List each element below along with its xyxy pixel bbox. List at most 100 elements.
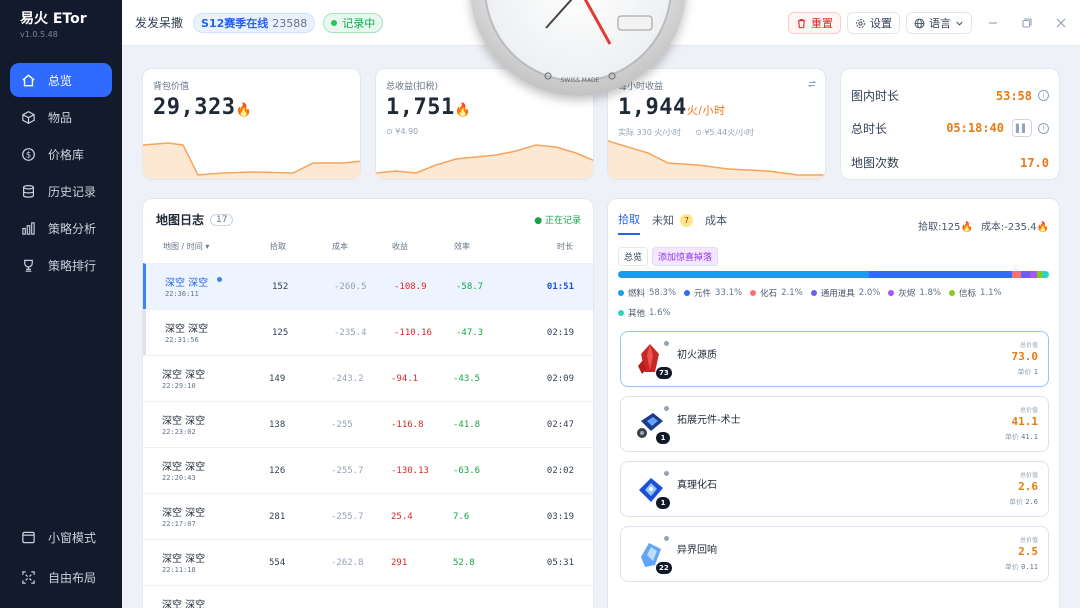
- unknown-count-badge: 7: [680, 213, 693, 227]
- map-log-panel: 地图日志 17 ● 正在记录 地图 / 时间 ▾ 拾取 成本 收益 效率 时长 深…: [142, 198, 594, 608]
- close-button[interactable]: [1046, 8, 1076, 38]
- table-row[interactable]: 深空 深空 22:31:56 125 -235.4 -110.16 -47.3 02:19: [143, 309, 593, 355]
- duration-value: 02:02: [546, 466, 574, 476]
- map-time-row: 图内时长 53:58 i: [851, 87, 1049, 104]
- legend-label: 其他: [628, 309, 646, 319]
- subtab-add-favorite[interactable]: 添加惊喜掉落: [652, 247, 719, 266]
- svg-text:SWISS MADE: SWISS MADE: [561, 77, 600, 84]
- map-time: 22:11:18: [162, 566, 196, 574]
- legend-percent: 33.1%: [715, 288, 743, 298]
- bar-chart-icon: [20, 220, 36, 236]
- unit-price-label: 单价: [1017, 368, 1032, 376]
- income-value: 25.4: [391, 512, 413, 522]
- legend-item: 信标 1.1%: [948, 287, 1002, 299]
- sidebar-item-label: 小窗模式: [48, 530, 97, 545]
- sidebar-item-free-layout[interactable]: 自由布局: [10, 560, 112, 594]
- efficiency-value: -47.3: [456, 328, 484, 338]
- pick-value: 138: [269, 420, 286, 430]
- bag-value: 29,323🔥: [153, 95, 252, 120]
- drop-item-card[interactable]: 1 拓展元件-术士 总价值 41.1 单价 41.1: [620, 396, 1049, 452]
- map-name: 深空 深空: [162, 462, 206, 473]
- brand: 易火 ETor v1.0.5.48: [0, 0, 122, 39]
- svg-text:$: $: [25, 149, 30, 159]
- stopwatch-face: SWISS MADE: [484, 0, 672, 84]
- swap-icon[interactable]: [807, 79, 817, 89]
- drop-item-card[interactable]: 1 真理化石 总价值 2.6 单价 2.6: [620, 461, 1049, 517]
- map-log-count: 17: [210, 213, 234, 226]
- table-row[interactable]: 深空 深空 22:23:02 138 -255 -116.8 -41.8 02:47: [143, 401, 593, 447]
- legend-swatch: [750, 290, 757, 296]
- table-row[interactable]: 深空 深空 22:11:18 554 -262.8 291 52.8 05:31: [143, 539, 593, 585]
- subtab-overview[interactable]: 总览: [618, 247, 649, 266]
- sidebar-item-label: 价格库: [48, 147, 85, 162]
- legend-percent: 1.1%: [979, 288, 1002, 298]
- settings-button[interactable]: 设置: [847, 12, 900, 34]
- legend-label: 元件: [694, 289, 712, 299]
- chevron-down-icon: [956, 21, 963, 26]
- item-name: 异界回响: [677, 545, 717, 556]
- map-name: 深空 深空: [162, 554, 206, 565]
- map-name: 深空 深空: [162, 508, 206, 519]
- unit-price-label: 单价: [1009, 498, 1024, 506]
- legend-percent: 1.8%: [919, 288, 941, 298]
- map-name: 深空 深空: [165, 324, 209, 335]
- current-dot-icon: [217, 277, 222, 282]
- minimize-button[interactable]: [978, 8, 1008, 38]
- legend-item: 化石 2.1%: [750, 287, 803, 299]
- efficiency-value: -41.8: [453, 420, 481, 430]
- legend-label: 燃料: [628, 289, 646, 299]
- tab-unknown[interactable]: 未知 7: [652, 211, 693, 235]
- sidebar-item-items[interactable]: 物品: [10, 100, 112, 134]
- sidebar-item-strategy-analysis[interactable]: 策略分析: [10, 211, 112, 245]
- table-row[interactable]: 深空 深空 22:36:11 152 -260.5 -108.9 -58.7 01:51: [143, 263, 593, 309]
- duration-value: 02:47: [546, 420, 574, 430]
- recording-label: 记录中: [342, 16, 376, 30]
- language-select[interactable]: 语言: [906, 12, 972, 34]
- sidebar-item-strategy-ranking[interactable]: 策略排行: [10, 248, 112, 282]
- item-unit-price: 单价 0.11: [1005, 562, 1038, 572]
- maximize-button[interactable]: [1012, 8, 1042, 38]
- sidebar-item-mini-window[interactable]: 小窗模式: [10, 520, 112, 554]
- recording-dot-icon: [331, 19, 338, 26]
- drop-item-card[interactable]: 73 初火源质 总价值 73.0 单价 1: [620, 331, 1049, 387]
- legend-swatch: [684, 290, 691, 296]
- map-count-label: 地图次数: [851, 156, 900, 170]
- reset-button[interactable]: 重置: [788, 12, 841, 34]
- sidebar-item-overview[interactable]: 总览: [10, 63, 112, 97]
- main-nav: 总览 物品 $ 价格库 历史记录 策略分析 策略排行: [0, 63, 122, 282]
- sidebar-item-label: 自由布局: [48, 570, 97, 585]
- tab-cost[interactable]: 成本: [705, 211, 727, 235]
- col-map-time[interactable]: 地图 / 时间 ▾: [163, 241, 209, 252]
- item-unit-price: 单价 1: [1018, 367, 1038, 377]
- drop-item-card[interactable]: 22 异界回响 总价值 2.5 单价 0.11: [620, 526, 1049, 582]
- map-time-label: 图内时长: [851, 89, 900, 103]
- legend-item: 通用道具 2.0%: [810, 287, 880, 299]
- legend-swatch: [810, 290, 817, 296]
- sidebar-item-price-db[interactable]: $ 价格库: [10, 137, 112, 171]
- table-row[interactable]: 深空 深空 22:17:07 281 -255.7 25.4 7.6 03:19: [143, 493, 593, 539]
- sidebar-item-label: 历史记录: [48, 184, 97, 199]
- total-time-row: 总时长 05:18:40 ▌▌ i: [851, 119, 1049, 137]
- drops-panel: 拾取 未知 7 成本 拾取:125🔥 成本:-235.4🔥 总览 添加惊喜掉落 燃料…: [607, 198, 1060, 608]
- globe-icon: [914, 18, 925, 28]
- cost-summary: 成本:-235.4: [980, 222, 1037, 233]
- online-count: 23588: [272, 16, 308, 30]
- legend-percent: 58.3%: [649, 288, 677, 298]
- table-row[interactable]: 深空 深空: [143, 585, 593, 608]
- pick-value: 281: [269, 512, 286, 522]
- pause-button[interactable]: ▌▌: [1012, 119, 1032, 137]
- item-name: 初火源质: [677, 350, 717, 361]
- category-bar-segment: [869, 271, 1012, 278]
- table-row[interactable]: 深空 深空 22:29:10 149 -243.2 -94.1 -43.5 02:09: [143, 355, 593, 401]
- info-icon[interactable]: i: [1038, 90, 1049, 101]
- fire-icon: 🔥: [1036, 222, 1049, 233]
- tab-pick[interactable]: 拾取: [618, 211, 640, 235]
- item-quantity: 1: [656, 497, 670, 509]
- legend-item: 燃料 58.3%: [618, 287, 676, 299]
- table-row[interactable]: 深空 深空 22:20:43 126 -255.7 -130.13 -63.6 02:02: [143, 447, 593, 493]
- sidebar-item-history[interactable]: 历史记录: [10, 174, 112, 208]
- info-icon[interactable]: i: [1038, 122, 1049, 134]
- efficiency-value: 7.6: [453, 512, 470, 522]
- sidebar-item-label: 总览: [48, 73, 73, 88]
- income-value: 291: [391, 558, 408, 568]
